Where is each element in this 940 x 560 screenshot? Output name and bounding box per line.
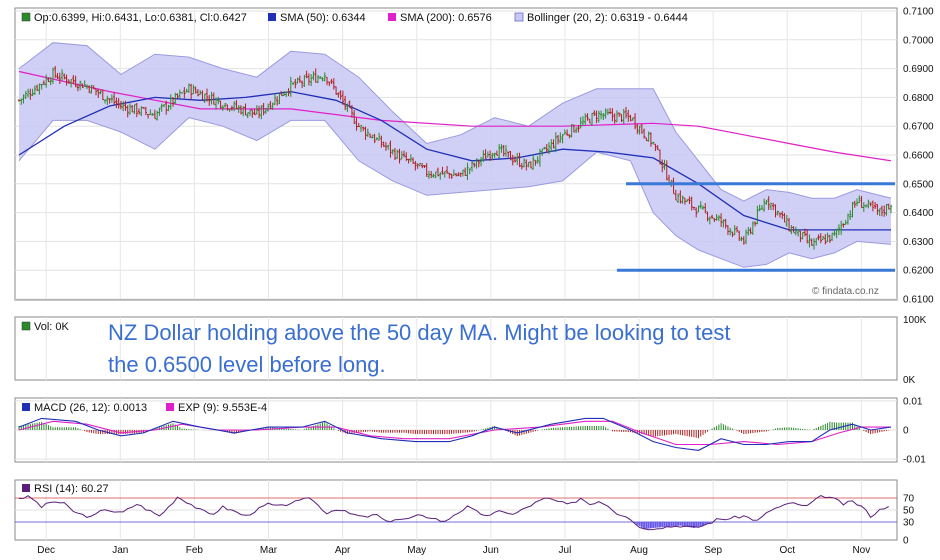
price-y-tick: 0.6600: [903, 151, 934, 162]
legend-exp-swatch: [166, 403, 174, 411]
x-tick-month: May: [407, 545, 426, 556]
volume-y-tick: 0K: [903, 375, 916, 386]
price-y-tick: 0.6700: [903, 122, 934, 133]
price-y-tick: 0.6500: [903, 179, 934, 190]
x-tick-month: Nov: [852, 545, 870, 556]
macd-y-tick: 0: [903, 426, 909, 437]
chart-canvas: 0.6100 0.6200 0.6300 0.6400 0.6500 0.6600 0.67…: [14, 7, 934, 556]
rsi-y-tick: 30: [903, 518, 915, 529]
legend-sma50-swatch: [268, 13, 276, 21]
rsi-y-tick: 50: [903, 506, 915, 517]
legend-sma50: SMA (50): 0.6344: [280, 12, 366, 24]
price-y-tick: 0.6200: [903, 266, 934, 277]
macd-y-tick: -0.01: [903, 455, 926, 466]
legend-sma200-swatch: [388, 13, 396, 21]
annotation-line-2: the 0.6500 level before long.: [108, 352, 386, 377]
price-y-tick: 0.7000: [903, 35, 934, 46]
x-tick-month: Sep: [704, 545, 722, 556]
rsi-y-tick: 0: [903, 536, 909, 547]
macd-y-tick: 0.01: [903, 396, 923, 407]
x-tick-month: Dec: [37, 545, 55, 556]
credit-text: © findata.co.nz: [812, 286, 879, 297]
legend-bollinger: Bollinger (20, 2): 0.6319 - 0.6444: [527, 12, 688, 24]
annotation-line-1: NZ Dollar holding above the 50 day MA. M…: [108, 320, 730, 345]
legend-price-swatch: [21, 12, 31, 22]
x-tick-month: Feb: [186, 545, 204, 556]
legend-exp: EXP (9): 9.553E-4: [178, 402, 267, 414]
legend-price: Op:0.6399, Hi:0.6431, Lo:0.6381, Cl:0.64…: [34, 12, 247, 24]
price-y-tick: 0.6800: [903, 93, 934, 104]
legend-sma200: SMA (200): 0.6576: [400, 12, 492, 24]
legend-rsi-swatch: [22, 484, 30, 492]
price-legend: Op:0.6399, Hi:0.6431, Lo:0.6381, Cl:0.64…: [21, 12, 688, 24]
x-tick-month: Oct: [779, 545, 795, 556]
x-tick-month: Jun: [483, 545, 499, 556]
x-tick-month: Mar: [260, 545, 278, 556]
x-tick-month: Aug: [630, 545, 648, 556]
volume-y-tick: 100K: [903, 315, 927, 326]
legend-volume-swatch: [21, 321, 31, 331]
price-y-tick: 0.6900: [903, 64, 934, 75]
legend-rsi: RSI (14): 60.27: [34, 483, 109, 495]
price-y-tick: 0.7100: [903, 7, 934, 18]
legend-volume: Vol: 0K: [34, 321, 70, 333]
price-y-tick: 0.6300: [903, 237, 934, 248]
price-y-tick: 0.6400: [903, 208, 934, 219]
x-tick-month: Jan: [112, 545, 128, 556]
x-tick-month: Apr: [335, 545, 351, 556]
rsi-y-tick: 70: [903, 494, 915, 505]
legend-macd: MACD (26, 12): 0.0013: [34, 402, 147, 414]
x-tick-month: Jul: [559, 545, 572, 556]
price-y-tick: 0.6100: [903, 295, 934, 306]
legend-bollinger-swatch: [514, 12, 524, 22]
legend-macd-swatch: [22, 403, 30, 411]
